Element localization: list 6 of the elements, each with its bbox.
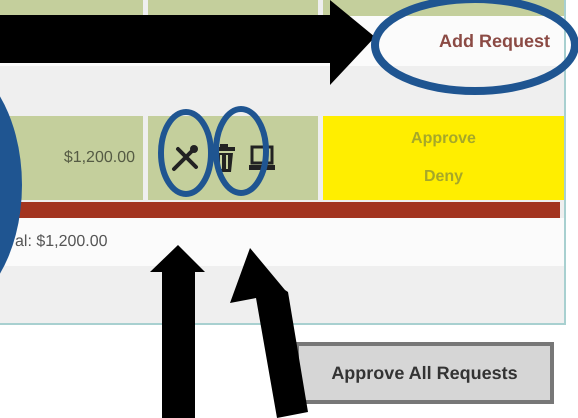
total-text: al: $1,200.00 xyxy=(15,232,108,252)
add-request-link[interactable]: Add Request xyxy=(438,28,550,54)
tools-icon[interactable] xyxy=(170,143,200,173)
approve-all-button[interactable]: Approve All Requests xyxy=(295,342,554,404)
laptop-icon[interactable] xyxy=(248,144,276,172)
amount-text: $1,200.00 xyxy=(64,148,135,168)
